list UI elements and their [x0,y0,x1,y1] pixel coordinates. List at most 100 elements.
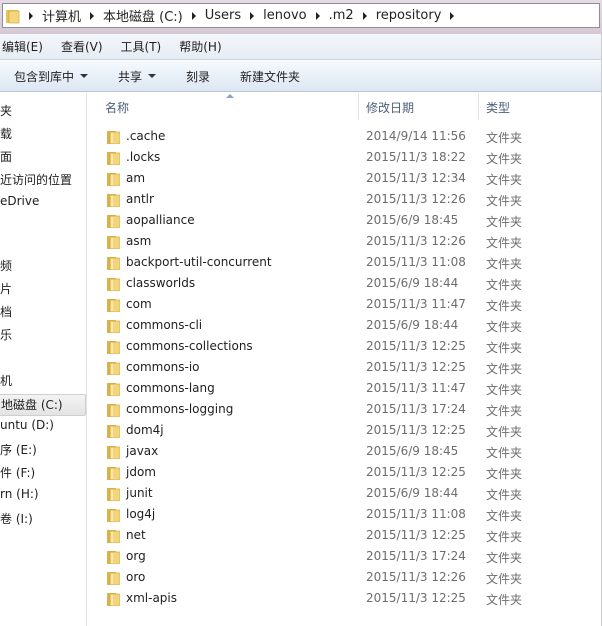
column-type-header[interactable]: 类型 [486,99,510,116]
file-name: xml-apis [126,591,178,605]
nav-item[interactable]: rn (H:) [0,487,39,501]
folder-icon [107,151,121,166]
file-date: 2015/6/9 18:44 [366,318,459,332]
file-name: asm [126,234,152,248]
file-name: commons-logging [126,402,234,416]
file-row[interactable]: dom4j 2015/11/3 12:25 文件夹 [88,420,602,441]
column-header: 名称 修改日期 类型 [88,93,602,120]
file-date: 2015/11/3 11:47 [366,297,466,311]
file-name: am [126,171,146,185]
file-row[interactable]: .locks 2015/11/3 18:22 文件夹 [88,147,602,168]
file-name: antlr [126,192,154,206]
folder-icon [107,529,121,544]
breadcrumb-item[interactable]: 本地磁盘 (C:) [103,6,183,25]
file-date: 2015/11/3 11:47 [366,381,466,395]
folder-icon [6,9,20,23]
nav-item[interactable]: eDrive [0,194,39,208]
file-name: com [126,297,152,311]
nav-item[interactable]: 乐 [0,326,12,343]
chevron-right-icon[interactable] [90,11,95,20]
file-row[interactable]: backport-util-concurrent 2015/11/3 11:08 文… [88,252,602,273]
column-divider[interactable] [478,93,479,120]
file-row[interactable]: commons-lang 2015/11/3 11:47 文件夹 [88,378,602,399]
nav-item[interactable]: 频 [0,257,12,274]
column-name-header[interactable]: 名称 [105,99,129,116]
nav-item[interactable]: untu (D:) [0,418,54,432]
share-button[interactable]: 共享 [118,68,157,85]
nav-item[interactable]: 档 [0,303,12,320]
file-name: .locks [126,150,161,164]
file-date: 2015/11/3 12:25 [366,423,466,437]
file-row[interactable]: oro 2015/11/3 12:26 文件夹 [88,567,602,588]
menu-item[interactable]: 编辑(E) [2,38,43,55]
file-name: commons-collections [126,339,253,353]
nav-item[interactable]: 机 [0,372,12,389]
file-row[interactable]: org 2015/11/3 17:24 文件夹 [88,546,602,567]
nav-item[interactable]: 件 (F:) [0,464,35,481]
file-row[interactable]: jdom 2015/11/3 12:25 文件夹 [88,462,602,483]
file-row[interactable]: junit 2015/6/9 18:44 文件夹 [88,483,602,504]
dropdown-arrow-icon [148,74,157,78]
chevron-right-icon[interactable] [315,11,320,20]
file-row[interactable]: commons-io 2015/11/3 12:25 文件夹 [88,357,602,378]
file-row[interactable]: am 2015/11/3 12:34 文件夹 [88,168,602,189]
nav-item[interactable]: 片 [0,280,12,297]
menu-item[interactable]: 查看(V) [61,38,103,55]
chevron-right-icon[interactable] [250,11,255,20]
file-row[interactable]: commons-collections 2015/11/3 12:25 文件夹 [88,336,602,357]
chevron-right-icon[interactable] [191,11,196,20]
breadcrumb-item[interactable]: .m2 [329,8,354,23]
nav-item[interactable]: 载 [0,125,12,142]
nav-item[interactable]: 夹 [0,102,12,119]
breadcrumb-item[interactable]: lenovo [263,8,306,23]
burn-label: 刻录 [186,69,211,84]
file-name: commons-cli [126,318,203,332]
chevron-right-icon[interactable] [450,11,455,20]
file-row[interactable]: commons-cli 2015/6/9 18:44 文件夹 [88,315,602,336]
file-name: dom4j [126,423,164,437]
file-row[interactable]: com 2015/11/3 11:47 文件夹 [88,294,602,315]
file-date: 2015/11/3 11:08 [366,507,466,521]
file-row[interactable]: aopalliance 2015/6/9 18:45 文件夹 [88,210,602,231]
file-date: 2015/11/3 12:26 [366,192,466,206]
burn-button[interactable]: 刻录 [186,68,210,85]
nav-item[interactable]: 地磁盘 (C:) [0,394,86,416]
file-row[interactable]: xml-apis 2015/11/3 12:25 文件夹 [88,588,602,609]
menu-item[interactable]: 工具(T) [121,38,162,55]
file-date: 2015/11/3 12:25 [366,591,466,605]
new-folder-label: 新建文件夹 [240,69,301,84]
include-library-button[interactable]: 包含到库中 [14,68,89,85]
file-date: 2015/11/3 12:25 [366,528,466,542]
file-row[interactable]: net 2015/11/3 12:25 文件夹 [88,525,602,546]
column-divider[interactable] [358,93,359,120]
breadcrumb-item[interactable]: 计算机 [42,6,81,25]
file-row[interactable]: asm 2015/11/3 12:26 文件夹 [88,231,602,252]
file-row[interactable]: log4j 2015/11/3 11:08 文件夹 [88,504,602,525]
file-date: 2015/11/3 12:25 [366,465,466,479]
file-row[interactable]: commons-logging 2015/11/3 17:24 文件夹 [88,399,602,420]
folder-icon [107,445,121,460]
file-date: 2015/11/3 17:24 [366,402,466,416]
address-bar[interactable]: 计算机 本地磁盘 (C:) Users lenovo .m2 repository [2,3,600,28]
file-row[interactable]: javax 2015/6/9 18:45 文件夹 [88,441,602,462]
file-row[interactable]: .cache 2014/9/14 11:56 文件夹 [88,126,602,147]
column-date-header[interactable]: 修改日期 [366,99,414,116]
nav-item[interactable]: 近访问的位置 [0,171,72,188]
folder-icon [107,298,121,313]
file-type: 文件夹 [486,299,523,313]
navigation-pane: 夹载面近访问的位置 eDrive 频片档乐机地磁盘 (C:) untu (D:) 序 (… [0,93,87,626]
file-row[interactable]: classworlds 2015/6/9 18:44 文件夹 [88,273,602,294]
new-folder-button[interactable]: 新建文件夹 [240,68,300,85]
file-date: 2015/11/3 18:22 [366,150,466,164]
nav-item[interactable]: 面 [0,148,12,165]
chevron-right-icon[interactable] [29,11,33,20]
nav-item[interactable]: 卷 (I:) [0,510,33,527]
nav-item[interactable]: 序 (E:) [0,441,37,458]
breadcrumb-item[interactable]: Users [205,8,241,23]
chevron-right-icon[interactable] [362,11,367,20]
breadcrumb-item[interactable]: repository [376,8,442,23]
menu-item[interactable]: 帮助(H) [179,38,221,55]
folder-icon [107,193,121,208]
file-type: 文件夹 [486,278,523,292]
file-row[interactable]: antlr 2015/11/3 12:26 文件夹 [88,189,602,210]
